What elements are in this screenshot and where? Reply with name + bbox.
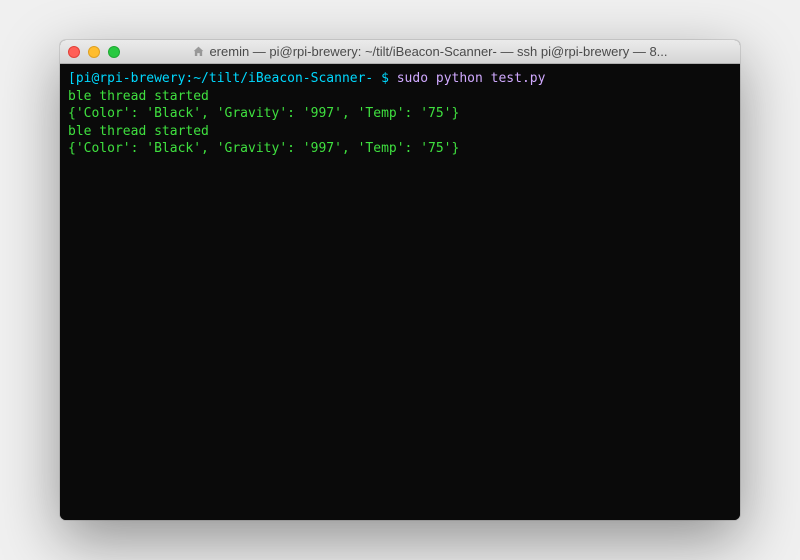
window-title: eremin — pi@rpi-brewery: ~/tilt/iBeacon-… [209, 44, 667, 59]
command-text: sudo python test.py [397, 71, 546, 86]
prompt-line: [pi@rpi-brewery:~/tilt/iBeacon-Scanner- … [68, 70, 732, 88]
traffic-lights [68, 46, 120, 58]
prompt-dollar: $ [373, 71, 396, 86]
home-icon [192, 45, 205, 58]
terminal-window: eremin — pi@rpi-brewery: ~/tilt/iBeacon-… [60, 40, 740, 520]
maximize-icon[interactable] [108, 46, 120, 58]
close-icon[interactable] [68, 46, 80, 58]
output-line: {'Color': 'Black', 'Gravity': '997', 'Te… [68, 105, 732, 123]
minimize-icon[interactable] [88, 46, 100, 58]
output-line: ble thread started [68, 88, 732, 106]
prompt-path: ~/tilt/iBeacon-Scanner- [193, 71, 373, 86]
prompt-user-host: [pi@rpi-brewery: [68, 71, 193, 86]
output-line: ble thread started [68, 123, 732, 141]
titlebar[interactable]: eremin — pi@rpi-brewery: ~/tilt/iBeacon-… [60, 40, 740, 64]
terminal-body[interactable]: [pi@rpi-brewery:~/tilt/iBeacon-Scanner- … [60, 64, 740, 520]
window-title-wrap: eremin — pi@rpi-brewery: ~/tilt/iBeacon-… [128, 44, 732, 59]
output-line: {'Color': 'Black', 'Gravity': '997', 'Te… [68, 140, 732, 158]
